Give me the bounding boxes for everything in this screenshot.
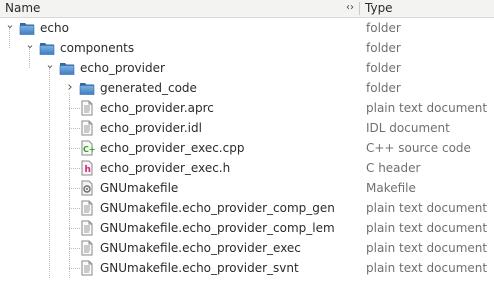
tree-row[interactable]: ⌄ components folder bbox=[0, 38, 494, 58]
name-column-label: Name bbox=[5, 1, 41, 15]
tree-guide-line bbox=[29, 48, 30, 68]
tree-branch-line bbox=[69, 188, 82, 189]
file-type: folder bbox=[366, 81, 401, 95]
sort-indicator-icon: ‹› bbox=[346, 2, 354, 13]
file-type: plain text document bbox=[366, 261, 488, 275]
file-type: folder bbox=[366, 41, 401, 55]
name-column-header[interactable]: Name ‹› bbox=[0, 0, 359, 17]
tree-branch-line bbox=[69, 148, 82, 149]
tree-branch-line bbox=[69, 128, 82, 129]
expander-expanded-icon[interactable]: ⌄ bbox=[5, 15, 15, 35]
tree-guide-line bbox=[69, 93, 70, 278]
file-type: C++ source code bbox=[366, 141, 471, 155]
file-type: plain text document bbox=[366, 201, 488, 215]
file-name: GNUmakefile bbox=[100, 181, 179, 195]
file-type: plain text document bbox=[366, 241, 488, 255]
file-name: GNUmakefile.echo_provider_comp_gen bbox=[100, 201, 335, 215]
column-header: Name ‹› Type bbox=[0, 0, 494, 18]
file-name: GNUmakefile.echo_provider_exec bbox=[100, 241, 301, 255]
tree-row[interactable]: ⌄ echo folder bbox=[0, 18, 494, 38]
file-name: echo_provider_exec.cpp bbox=[100, 141, 245, 155]
file-type: folder bbox=[366, 21, 401, 35]
file-name: GNUmakefile.echo_provider_comp_lem bbox=[100, 221, 335, 235]
file-name: components bbox=[60, 41, 135, 55]
file-type: plain text document bbox=[366, 101, 488, 115]
tree-branch-line bbox=[69, 228, 82, 229]
svg-text:C+: C+ bbox=[83, 145, 95, 154]
file-type: plain text document bbox=[366, 221, 488, 235]
file-type: C header bbox=[366, 161, 421, 175]
tree-branch-line bbox=[69, 108, 82, 109]
file-type: Makefile bbox=[366, 181, 416, 195]
tree-row[interactable]: › generated_code folder bbox=[0, 78, 494, 98]
file-type: IDL document bbox=[366, 121, 450, 135]
tree-guide-line bbox=[9, 28, 10, 48]
folder-icon bbox=[79, 80, 95, 96]
type-column-header[interactable]: Type bbox=[360, 0, 494, 17]
expander-collapsed-icon[interactable]: › bbox=[65, 78, 75, 98]
file-name: generated_code bbox=[100, 81, 197, 95]
tree-branch-line bbox=[69, 168, 82, 169]
expander-expanded-icon[interactable]: ⌄ bbox=[25, 35, 35, 55]
file-name: echo_provider_exec.h bbox=[100, 161, 231, 175]
file-name: echo_provider.aprc bbox=[100, 101, 214, 115]
tree-guide-line bbox=[49, 68, 50, 278]
tree-branch-line bbox=[69, 268, 82, 269]
folder-icon bbox=[39, 40, 55, 56]
type-column-label: Type bbox=[365, 1, 393, 15]
expander-expanded-icon[interactable]: ⌄ bbox=[45, 55, 55, 75]
file-name: GNUmakefile.echo_provider_svnt bbox=[100, 261, 299, 275]
svg-text:h: h bbox=[85, 165, 91, 175]
folder-icon bbox=[19, 20, 35, 36]
file-type: folder bbox=[366, 61, 401, 75]
file-name: echo_provider.idl bbox=[100, 121, 202, 135]
tree-branch-line bbox=[69, 208, 82, 209]
file-name: echo_provider bbox=[80, 61, 165, 75]
file-name: echo bbox=[40, 21, 69, 35]
tree-row[interactable]: ⌄ echo_provider folder bbox=[0, 58, 494, 78]
tree-branch-line bbox=[69, 248, 82, 249]
folder-icon bbox=[59, 60, 75, 76]
